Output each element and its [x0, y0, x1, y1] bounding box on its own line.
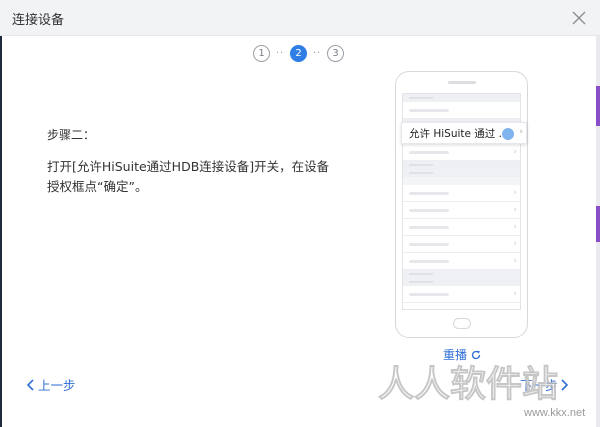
settings-row: › [403, 253, 520, 270]
window-title: 连接设备 [12, 13, 65, 28]
settings-row: › [403, 303, 520, 309]
phone-illustration: › › › › › › › › › [395, 71, 528, 338]
screen-separator [403, 169, 520, 177]
chevron-right-icon: › [519, 127, 523, 137]
hdb-permission-callout: 允许 HiSuite 通过 ... › [401, 122, 527, 144]
toggle-knob [502, 128, 514, 140]
phone-home-button [453, 318, 471, 329]
screen-separator [403, 161, 520, 169]
settings-row: › [403, 286, 520, 303]
background-accent [596, 86, 600, 126]
watermark-url: www.kkx.net [523, 407, 585, 419]
settings-row [403, 102, 520, 119]
step-connector: ·· [275, 47, 285, 59]
right-window-edge [596, 36, 600, 427]
background-accent [596, 206, 600, 242]
watermark-text: 人人软件站 [378, 363, 558, 404]
chevron-left-icon [26, 378, 34, 391]
instruction-text: 打开[允许HiSuite通过HDB连接设备]开关，在设备授权框点“确定”。 [47, 159, 330, 194]
previous-step-label: 上一步 [38, 378, 76, 393]
close-icon [572, 11, 586, 25]
settings-row: › [403, 219, 520, 236]
title-bar: 连接设备 [0, 0, 600, 36]
screen-header [403, 94, 520, 102]
step-indicator: 1 ·· 2 ·· 3 [253, 44, 344, 62]
step-1: 1 [253, 44, 270, 62]
settings-row: › [403, 236, 520, 253]
callout-text: 允许 HiSuite 通过 ... [409, 127, 509, 140]
screen-separator [403, 270, 520, 278]
site-watermark: 人人软件站 www.kkx.net [378, 363, 586, 419]
settings-row: › [403, 185, 520, 202]
settings-row: › [403, 202, 520, 219]
step-2-active: 2 [290, 44, 307, 62]
phone-speaker [448, 81, 476, 84]
close-button[interactable] [570, 9, 588, 27]
settings-row: › [403, 144, 520, 161]
left-window-edge [0, 36, 2, 427]
previous-step-button[interactable]: 上一步 [26, 375, 76, 394]
screen-separator [403, 278, 520, 286]
step-3: 3 [327, 44, 344, 62]
step-connector: ·· [312, 47, 322, 59]
step-label: 步骤二： [47, 128, 96, 142]
